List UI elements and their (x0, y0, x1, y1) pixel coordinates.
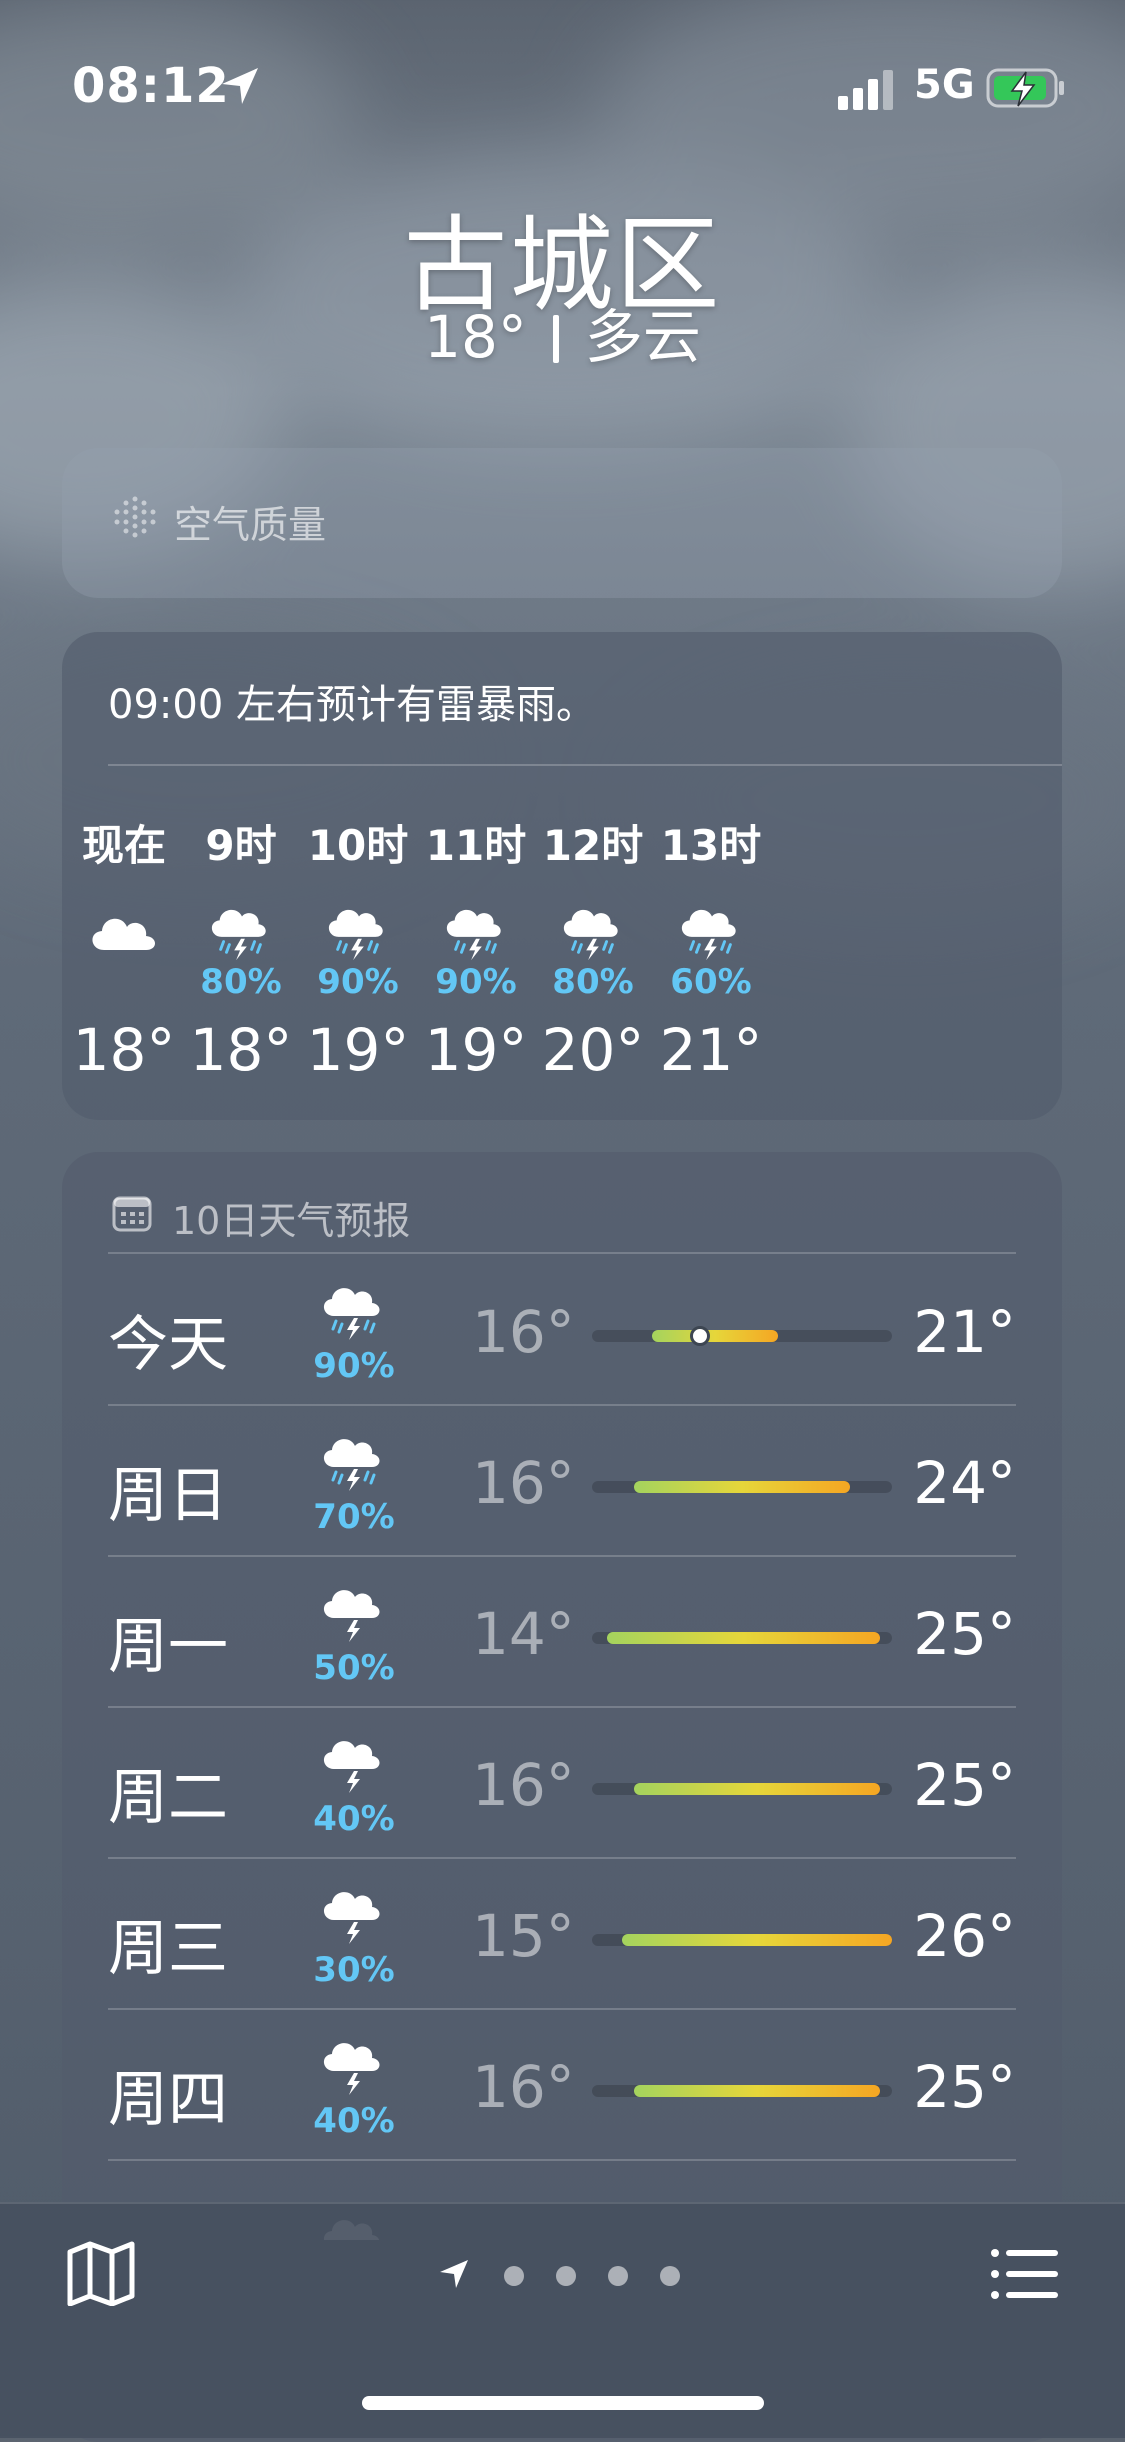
air-quality-card[interactable]: 空气质量 (62, 448, 1062, 598)
hour-item: 13时 60% 21° (631, 812, 791, 1084)
temp-range-bar (592, 2085, 892, 2097)
daily-row[interactable]: 周四 40% 16° 25° (108, 2009, 1016, 2159)
day-name: 周日 (108, 1461, 228, 1531)
temp-range-bar (592, 1481, 892, 1493)
temp-range-fill (622, 1934, 892, 1946)
precip-chance: 90% (313, 1346, 395, 1386)
current-summary: 18° 多云 (0, 290, 1125, 374)
thunderstorm-rain-icon (323, 1288, 380, 1340)
low-temp: 16° (472, 1751, 575, 1819)
thunderstorm-rain-icon (328, 909, 383, 961)
thunderstorm-rain-icon (681, 909, 736, 961)
daily-row[interactable]: 周日 70% 16° 24° (108, 1405, 1016, 1555)
temp-range-bar (592, 1783, 892, 1795)
high-temp: 25° (913, 2053, 1016, 2121)
daily-row[interactable]: 周三 30% 15° 26° (108, 1858, 1016, 2008)
low-temp: 14° (472, 1600, 575, 1668)
current-temp: 18° (424, 303, 527, 371)
temp-range-fill (634, 1783, 880, 1795)
daily-row[interactable]: 周二 40% 16° 25° (108, 1707, 1016, 1857)
status-time: 08:12 (72, 58, 230, 114)
temp-range-fill (634, 2085, 880, 2097)
thunderstorm-icon (323, 1892, 380, 1944)
page-dot[interactable] (608, 2266, 628, 2286)
temp-range-fill (607, 1632, 880, 1644)
separator (552, 315, 559, 363)
list-icon[interactable] (990, 2248, 1058, 2300)
high-temp: 26° (913, 1902, 1016, 1970)
current-temp-marker (690, 1326, 710, 1346)
temp-range-bar (592, 1326, 892, 1346)
hourly-summary: 09:00 左右预计有雷暴雨。 (108, 682, 596, 728)
current-location-arrow-icon (440, 2260, 468, 2288)
thunderstorm-icon (323, 2043, 380, 2095)
air-quality-label: 空气质量 (174, 503, 327, 547)
cellular-signal-icon (838, 70, 893, 110)
high-temp: 21° (913, 1298, 1016, 1366)
high-temp: 24° (913, 1449, 1016, 1517)
thunderstorm-rain-icon (323, 1439, 380, 1491)
precip-chance: 30% (313, 1950, 395, 1990)
home-indicator[interactable] (362, 2396, 764, 2410)
temp-range-bar (592, 1632, 892, 1644)
network-type: 5G (914, 62, 975, 108)
low-temp: 16° (472, 2053, 575, 2121)
precip-chance: 40% (313, 1799, 395, 1839)
air-quality-icon (114, 496, 156, 538)
daily-row[interactable]: 今天 90% 16° 21° (108, 1254, 1016, 1404)
map-icon[interactable] (66, 2240, 136, 2306)
divider (108, 2159, 1016, 2161)
cloud-icon (92, 918, 155, 950)
temp-range-fill (634, 1481, 850, 1493)
precip-chance: 70% (313, 1497, 395, 1537)
day-name: 周四 (108, 2065, 228, 2135)
hour-label: 13时 (660, 821, 762, 870)
status-bar: 08:12 5G (0, 0, 1125, 150)
day-name: 周一 (108, 1612, 228, 1682)
precip-chance: 50% (313, 1648, 395, 1688)
location-arrow-icon (222, 68, 258, 104)
thunderstorm-icon (323, 1590, 380, 1642)
temp-range-bar (592, 1934, 892, 1946)
precip-chance: 60% (670, 962, 752, 1002)
temp-range-fill (652, 1330, 778, 1342)
battery-charging-icon (986, 68, 1064, 108)
divider (108, 764, 1062, 766)
hourly-forecast-card[interactable]: 09:00 左右预计有雷暴雨。 现在 18° 9时 80% 18° 10时 90% 19° 11… (62, 632, 1062, 1120)
daily-forecast-title-text: 10日天气预报 (172, 1199, 411, 1243)
low-temp: 16° (472, 1449, 575, 1517)
page-dot[interactable] (660, 2266, 680, 2286)
thunderstorm-rain-icon (211, 909, 266, 961)
day-name: 今天 (108, 1310, 228, 1380)
page-dot[interactable] (504, 2266, 524, 2286)
thunderstorm-rain-icon (446, 909, 501, 961)
daily-row[interactable]: 周一 50% 14° 25° (108, 1556, 1016, 1706)
high-temp: 25° (913, 1751, 1016, 1819)
hour-temp: 21° (659, 1016, 763, 1084)
high-temp: 25° (913, 1600, 1016, 1668)
thunderstorm-icon (323, 1741, 380, 1793)
low-temp: 16° (472, 1298, 575, 1366)
page-dot[interactable] (556, 2266, 576, 2286)
precip-chance: 40% (313, 2101, 395, 2141)
page-indicator[interactable] (438, 2254, 698, 2294)
day-name: 周二 (108, 1763, 228, 1833)
thunderstorm-rain-icon (563, 909, 618, 961)
low-temp: 15° (472, 1902, 575, 1970)
day-name: 周三 (108, 1914, 228, 1984)
current-condition: 多云 (584, 303, 701, 371)
daily-forecast-title: 10日天气预报 (112, 1190, 410, 1245)
